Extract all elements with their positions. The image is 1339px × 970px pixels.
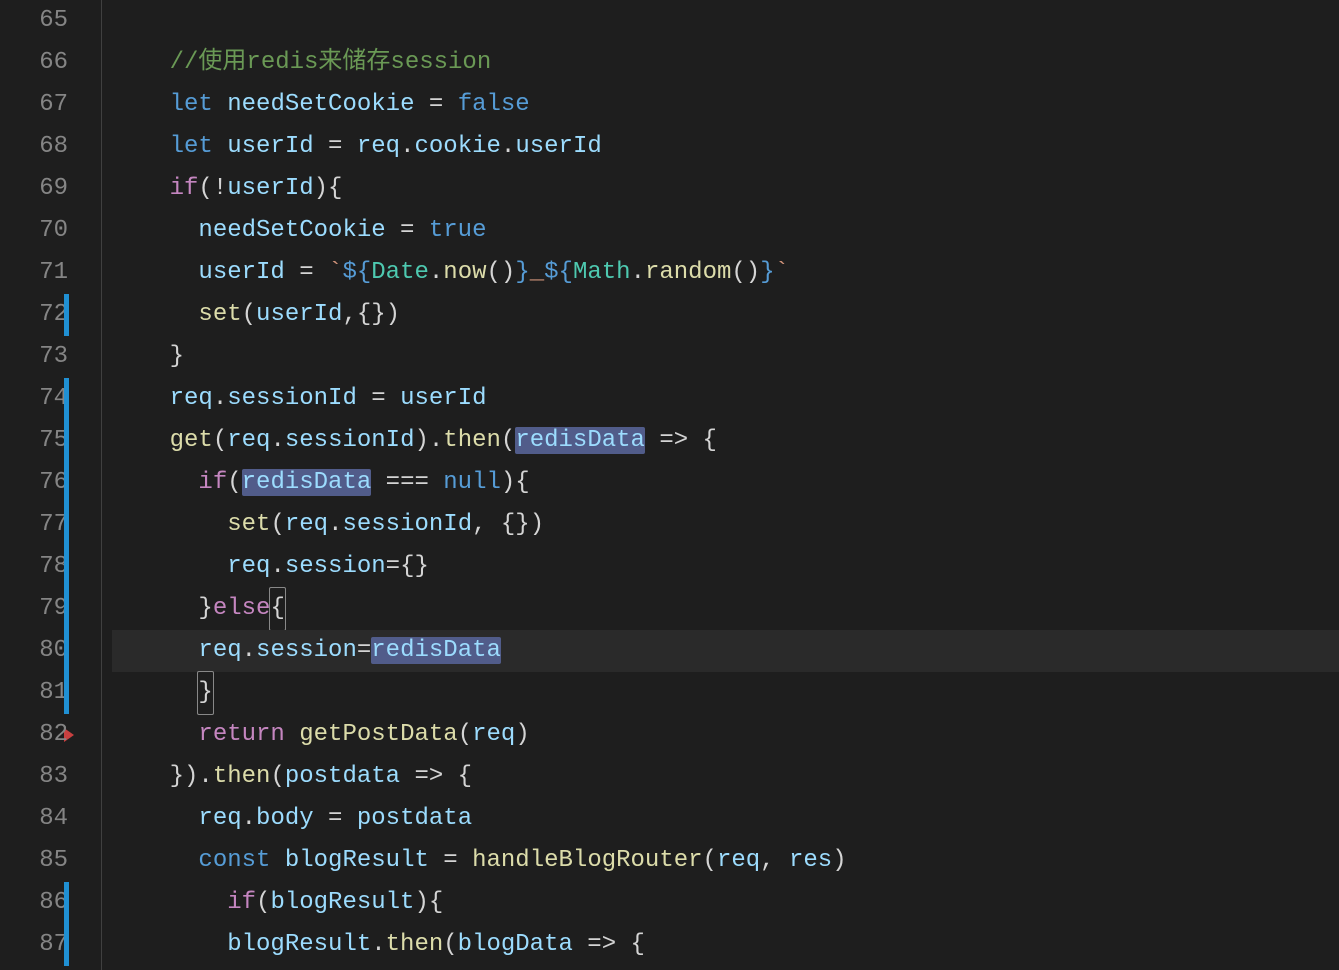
- line-number[interactable]: 70: [0, 210, 68, 252]
- code-line[interactable]: [112, 0, 1339, 42]
- code-line[interactable]: }: [112, 336, 1339, 378]
- highlighted-word: redisData: [515, 427, 645, 454]
- code-line[interactable]: if(blogResult){: [112, 882, 1339, 924]
- code-line[interactable]: get(req.sessionId).then(redisData => {: [112, 420, 1339, 462]
- code-line[interactable]: set(req.sessionId, {}): [112, 504, 1339, 546]
- code-line[interactable]: if(!userId){: [112, 168, 1339, 210]
- code-line-current[interactable]: req.session=redisData: [112, 630, 1339, 672]
- line-number[interactable]: 79: [0, 588, 68, 630]
- modified-indicator: [64, 420, 69, 462]
- line-number[interactable]: 80: [0, 630, 68, 672]
- code-line[interactable]: let userId = req.cookie.userId: [112, 126, 1339, 168]
- line-number[interactable]: 87: [0, 924, 68, 966]
- code-line[interactable]: let needSetCookie = false: [112, 84, 1339, 126]
- line-number[interactable]: 68: [0, 126, 68, 168]
- modified-indicator: [64, 924, 69, 966]
- code-line[interactable]: }: [112, 672, 1339, 714]
- modified-indicator: [64, 294, 69, 336]
- line-number[interactable]: 78: [0, 546, 68, 588]
- line-number[interactable]: 65: [0, 0, 68, 42]
- line-number[interactable]: 76: [0, 462, 68, 504]
- line-number[interactable]: 86: [0, 882, 68, 924]
- modified-indicator: [64, 546, 69, 588]
- code-line[interactable]: set(userId,{}): [112, 294, 1339, 336]
- code-line[interactable]: const blogResult = handleBlogRouter(req,…: [112, 840, 1339, 882]
- line-number[interactable]: 72: [0, 294, 68, 336]
- line-number[interactable]: 75: [0, 420, 68, 462]
- modified-indicator: [64, 462, 69, 504]
- modified-indicator: [64, 504, 69, 546]
- code-line[interactable]: }else{: [112, 588, 1339, 630]
- line-number[interactable]: 66: [0, 42, 68, 84]
- comment-text: //使用redis来储存session: [170, 49, 492, 76]
- modified-indicator: [64, 588, 69, 630]
- code-content[interactable]: //使用redis来储存session let needSetCookie = …: [112, 0, 1339, 970]
- line-gutter[interactable]: 65 66 67 68 69 70 71 72 73 74 75 76 77 7…: [0, 0, 90, 970]
- code-line[interactable]: return getPostData(req): [112, 714, 1339, 756]
- line-number[interactable]: 74: [0, 378, 68, 420]
- modified-indicator: [64, 630, 69, 672]
- highlighted-word: redisData: [242, 469, 372, 496]
- code-line[interactable]: userId = `${Date.now()}_${Math.random()}…: [112, 252, 1339, 294]
- line-number[interactable]: 83: [0, 756, 68, 798]
- code-line[interactable]: needSetCookie = true: [112, 210, 1339, 252]
- modified-indicator: [64, 378, 69, 420]
- bracket-match: {: [269, 587, 285, 631]
- line-number[interactable]: 73: [0, 336, 68, 378]
- code-line[interactable]: //使用redis来储存session: [112, 42, 1339, 84]
- line-number[interactable]: 67: [0, 84, 68, 126]
- code-line[interactable]: blogResult.then(blogData => {: [112, 924, 1339, 966]
- line-number[interactable]: 82: [0, 714, 68, 756]
- bracket-match: }: [197, 671, 213, 715]
- line-number[interactable]: 71: [0, 252, 68, 294]
- code-editor[interactable]: 65 66 67 68 69 70 71 72 73 74 75 76 77 7…: [0, 0, 1339, 970]
- code-line[interactable]: req.body = postdata: [112, 798, 1339, 840]
- code-line[interactable]: if(redisData === null){: [112, 462, 1339, 504]
- code-line[interactable]: }).then(postdata => {: [112, 756, 1339, 798]
- code-line[interactable]: req.session={}: [112, 546, 1339, 588]
- modified-indicator: [64, 672, 69, 714]
- line-number[interactable]: 69: [0, 168, 68, 210]
- line-number[interactable]: 81: [0, 672, 68, 714]
- indent-ruler: [90, 0, 112, 970]
- line-number[interactable]: 84: [0, 798, 68, 840]
- code-line[interactable]: req.sessionId = userId: [112, 378, 1339, 420]
- modified-indicator: [64, 882, 69, 924]
- line-number[interactable]: 77: [0, 504, 68, 546]
- highlighted-word: redisData: [371, 637, 501, 664]
- line-number[interactable]: 85: [0, 840, 68, 882]
